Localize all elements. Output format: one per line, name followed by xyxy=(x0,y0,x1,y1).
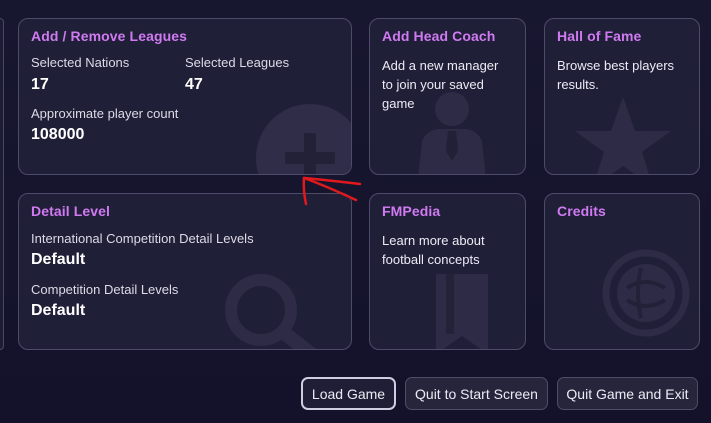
add-remove-leagues-card[interactable]: Add / Remove Leagues Selected Nations 17… xyxy=(18,18,352,175)
card-title: Add Head Coach xyxy=(382,28,496,44)
quit-to-start-screen-button[interactable]: Quit to Start Screen xyxy=(405,377,548,410)
card-description: Learn more about football concepts xyxy=(382,233,485,267)
card-title: Credits xyxy=(557,203,606,219)
player-count-label: Approximate player count xyxy=(31,106,179,121)
card-description: Add a new manager to join your saved gam… xyxy=(382,58,499,111)
football-icon xyxy=(602,249,690,337)
game-menu-screen: Add / Remove Leagues Selected Nations 17… xyxy=(0,0,711,423)
competition-detail-value: Default xyxy=(31,302,86,319)
plus-circle-icon xyxy=(256,104,351,174)
quit-game-and-exit-button[interactable]: Quit Game and Exit xyxy=(557,377,698,410)
credits-card[interactable]: Credits xyxy=(544,193,700,350)
load-game-button[interactable]: Load Game xyxy=(301,377,396,410)
intl-detail-label: International Competition Detail Levels xyxy=(31,231,254,246)
magnifier-icon xyxy=(225,274,317,349)
card-title: Hall of Fame xyxy=(557,28,642,44)
selected-nations-label: Selected Nations xyxy=(31,55,130,70)
selected-leagues-label: Selected Leagues xyxy=(185,55,290,70)
card-title: Add / Remove Leagues xyxy=(31,28,188,44)
fmpedia-card[interactable]: FMPedia Learn more about football concep… xyxy=(369,193,526,350)
left-panel-edge xyxy=(0,18,4,350)
competition-detail-label: Competition Detail Levels xyxy=(31,282,179,297)
selected-leagues-value: 47 xyxy=(185,76,203,93)
card-description: Browse best players results. xyxy=(557,58,675,92)
detail-level-card[interactable]: Detail Level International Competition D… xyxy=(18,193,352,350)
intl-detail-value: Default xyxy=(31,251,86,268)
add-head-coach-card[interactable]: Add Head Coach Add a new manager to join… xyxy=(369,18,526,175)
card-title: Detail Level xyxy=(31,203,111,219)
selected-nations-value: 17 xyxy=(31,76,49,93)
player-count-value: 108000 xyxy=(31,126,85,143)
hall-of-fame-card[interactable]: Hall of Fame Browse best players results… xyxy=(544,18,700,175)
star-icon xyxy=(575,97,671,174)
book-icon xyxy=(436,274,488,349)
card-title: FMPedia xyxy=(382,203,441,219)
